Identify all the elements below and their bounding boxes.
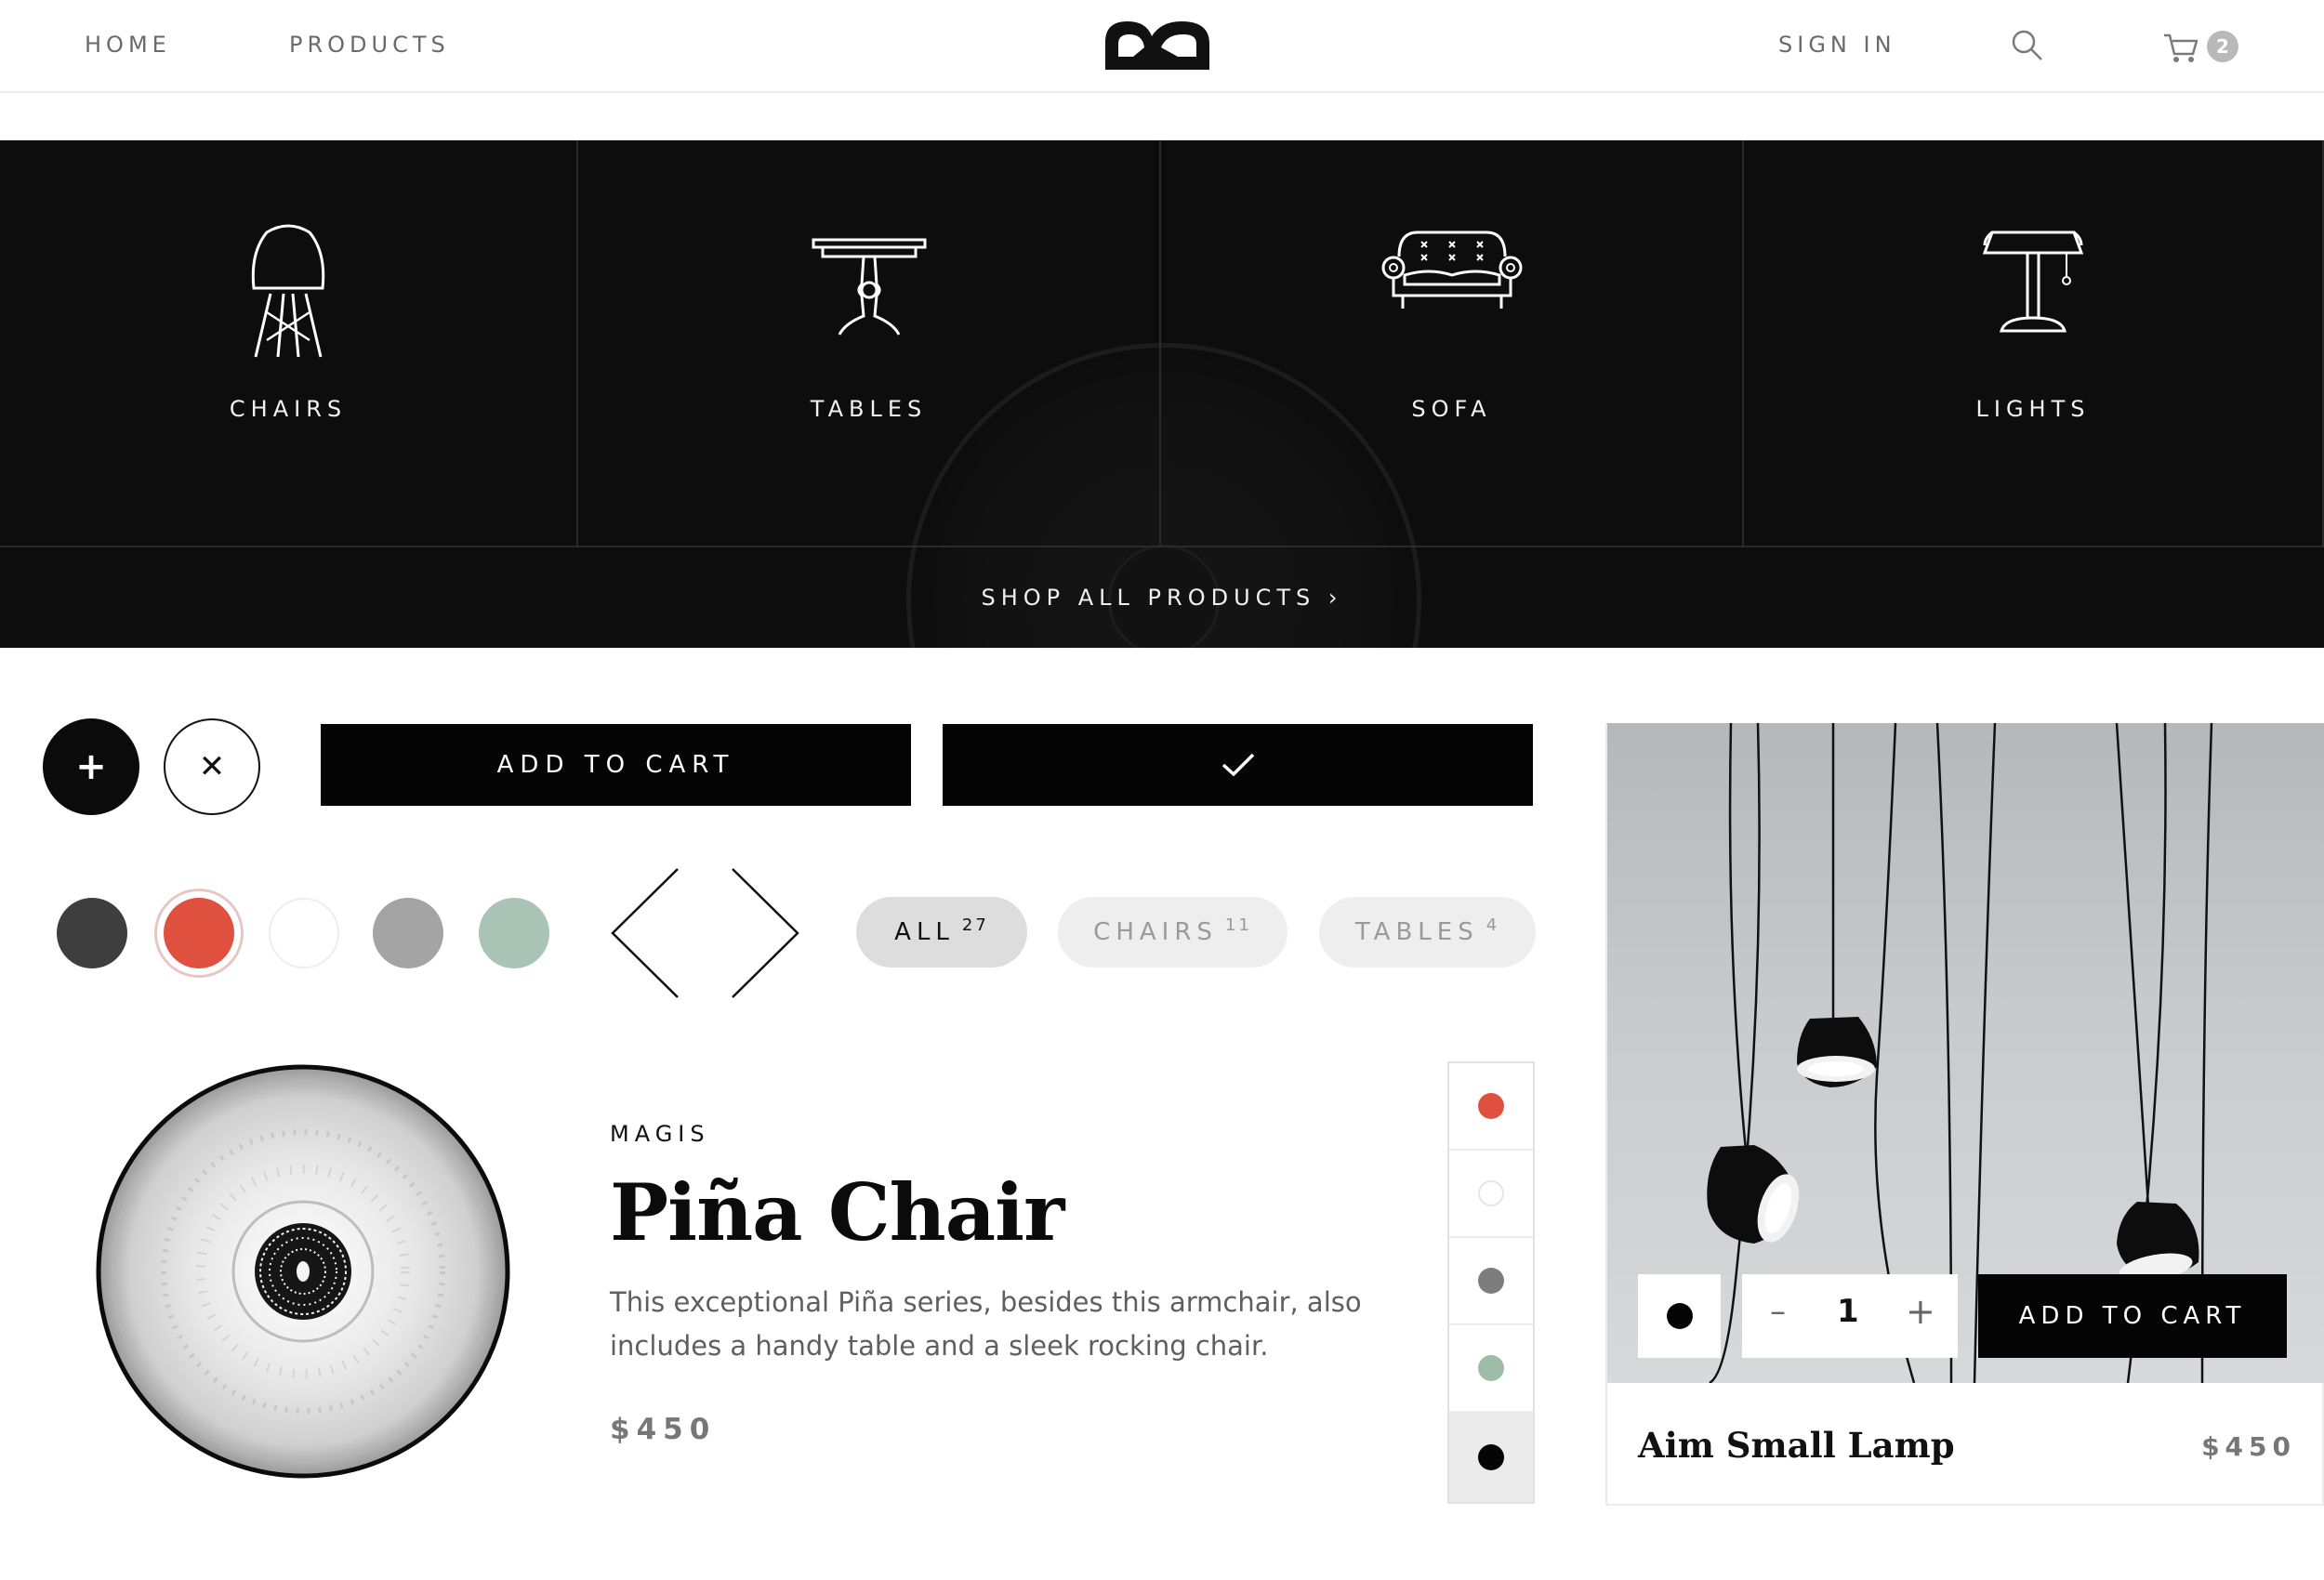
category-band: CHAIRS TABLES SOFA LIGHTS SHOP ALL PRODU… [0, 140, 2324, 648]
color-dot [1478, 1444, 1504, 1470]
filter-all[interactable]: ALL 27 [856, 897, 1027, 968]
check-icon [1221, 753, 1254, 777]
color-option-red[interactable] [1449, 1063, 1533, 1151]
product-title: Piña Chair [610, 1166, 1064, 1258]
lamp-color-selector[interactable] [1638, 1274, 1721, 1358]
add-to-cart-label: ADD TO CART [496, 751, 735, 779]
added-confirm-button[interactable] [943, 724, 1533, 806]
add-to-cart-button[interactable]: ADD TO CART [321, 724, 911, 806]
quantity-decrement-button[interactable]: – [1770, 1293, 1786, 1330]
color-option-grey[interactable] [1449, 1238, 1533, 1325]
table-icon [812, 238, 926, 336]
lamp-color-dot [1666, 1303, 1693, 1329]
product-brand: MAGIS [610, 1121, 710, 1147]
nav-products-link[interactable]: PRODUCTS [289, 32, 450, 58]
filter-tables[interactable]: TABLES 4 [1319, 897, 1536, 968]
quantity-increment-button[interactable]: + [1906, 1291, 1935, 1332]
filter-count: 4 [1486, 915, 1500, 935]
sign-in-link[interactable]: SIGN IN [1778, 32, 1896, 58]
swatch-sage[interactable] [479, 898, 549, 968]
category-tables[interactable]: TABLES [578, 140, 1161, 546]
color-picker [1447, 1061, 1535, 1504]
pendant-lamp-1 [1707, 1145, 1800, 1244]
lamp-add-to-cart-button[interactable]: ADD TO CART [1978, 1274, 2287, 1358]
lamp-icon [1982, 230, 2084, 333]
remove-button[interactable]: ✕ [164, 718, 260, 815]
product-description: This exceptional Piña series, besides th… [610, 1286, 1362, 1362]
chevron-left-icon[interactable] [610, 867, 707, 1000]
lamp-product-name: Aim Small Lamp [1638, 1425, 1955, 1466]
filter-label: TABLES [1354, 918, 1479, 946]
filter-count: 11 [1224, 915, 1252, 935]
filter-label: ALL [894, 918, 955, 946]
logo-b-icon[interactable] [1100, 16, 1221, 73]
color-dot [1478, 1355, 1504, 1381]
band-divider [0, 546, 2324, 547]
filter-label: CHAIRS [1093, 918, 1218, 946]
site-header: HOME PRODUCTS SIGN IN 2 [0, 0, 2324, 93]
color-dot [1478, 1180, 1504, 1206]
product-price: $450 [610, 1413, 717, 1446]
category-label: TABLES [810, 396, 928, 422]
filter-count: 27 [961, 915, 989, 935]
color-option-sage[interactable] [1449, 1325, 1533, 1413]
nav-home-link[interactable]: HOME [85, 32, 171, 58]
category-lights[interactable]: LIGHTS [1744, 140, 2324, 546]
sofa-icon [1381, 230, 1522, 309]
swatch-white[interactable] [269, 898, 339, 968]
category-chairs[interactable]: CHAIRS [0, 140, 578, 546]
search-icon[interactable] [2011, 29, 2044, 62]
lamp-product-price: $450 [2201, 1431, 2296, 1462]
filter-chairs[interactable]: CHAIRS 11 [1058, 897, 1287, 968]
cart-count-badge: 2 [2207, 31, 2238, 62]
category-sofa[interactable]: SOFA [1161, 140, 1744, 546]
color-option-black[interactable] [1449, 1413, 1533, 1502]
category-label: SOFA [1411, 396, 1492, 422]
lamp-add-to-cart-label: ADD TO CART [2018, 1302, 2247, 1330]
swatch-red-ring[interactable] [154, 889, 244, 978]
cart-icon[interactable] [2162, 30, 2199, 65]
add-button[interactable]: + [43, 718, 139, 815]
pina-chair-image [96, 1064, 510, 1479]
color-dot [1478, 1093, 1504, 1119]
quantity-value: 1 [1837, 1293, 1859, 1330]
chevron-right-icon[interactable] [728, 867, 825, 1000]
category-label: CHAIRS [229, 396, 348, 422]
category-label: LIGHTS [1975, 396, 2091, 422]
swatch-red [164, 898, 234, 968]
color-dot [1478, 1268, 1504, 1294]
color-option-white[interactable] [1449, 1151, 1533, 1238]
shop-all-products-link[interactable]: SHOP ALL PRODUCTS › [0, 585, 2324, 611]
swatch-dark-grey[interactable] [57, 898, 127, 968]
pendant-lamp-2 [1797, 1017, 1877, 1087]
quantity-stepper: – 1 + [1742, 1274, 1958, 1358]
chair-icon [251, 224, 325, 358]
swatch-grey[interactable] [373, 898, 443, 968]
